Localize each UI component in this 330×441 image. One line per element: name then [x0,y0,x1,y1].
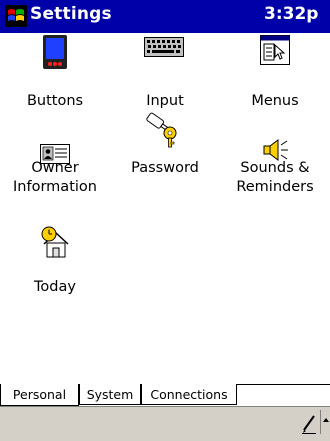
settings-item-label: Menus [251,93,299,109]
settings-item-buttons[interactable]: Buttons [0,33,110,113]
device-buttons-icon [43,35,67,69]
settings-item-label: Owner [31,160,79,176]
clock[interactable]: 3:32p [264,4,318,24]
settings-item-menus[interactable]: Menus [220,33,330,113]
settings-item-input[interactable]: Input [110,33,220,113]
input-panel-pen-icon[interactable] [301,410,317,434]
settings-item-label: Information [13,179,97,195]
settings-item-label: Today [34,279,76,295]
window-title: Settings [30,4,112,24]
settings-item-label: Buttons [26,93,84,109]
tab-connections[interactable]: Connections [141,384,237,405]
settings-item-label: Reminders [236,179,314,195]
settings-item-password[interactable]: Password [110,108,220,198]
tab-personal[interactable]: Personal [0,384,79,406]
settings-item-sounds-reminders[interactable]: Sounds & Reminders [220,138,330,228]
input-panel-arrow-icon[interactable] [320,410,330,434]
today-house-clock-icon [41,226,69,258]
menus-icon [260,35,290,65]
settings-item-label: Password [131,160,199,176]
keyboard-icon [144,37,184,57]
settings-item-today[interactable]: Today [0,226,110,301]
command-bar [0,406,330,441]
settings-item-label: Sounds & [240,160,310,176]
title-bar: Settings 3:32p [0,0,330,33]
windows-flag-icon[interactable] [5,5,27,27]
settings-item-owner-information[interactable]: Owner Information [0,138,110,228]
tab-system[interactable]: System [79,384,141,405]
password-keys-icon [146,112,177,148]
